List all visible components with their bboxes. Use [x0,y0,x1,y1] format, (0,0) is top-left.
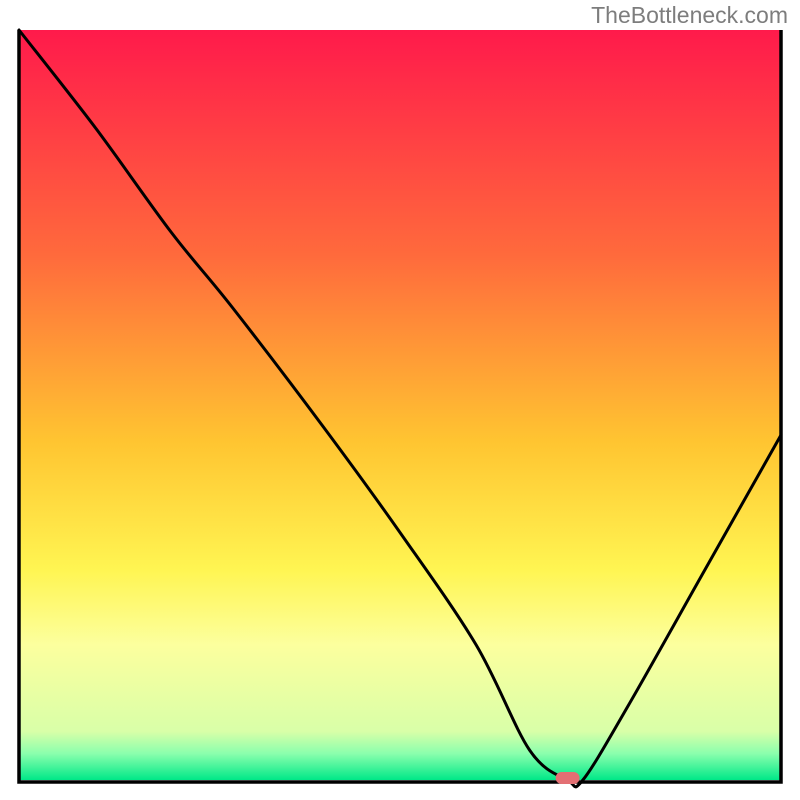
watermark-label: TheBottleneck.com [591,2,788,29]
highlighted-point [556,772,580,784]
chart-stage: TheBottleneck.com [0,0,800,800]
bottleneck-chart [0,0,800,800]
plot-background [19,30,781,780]
